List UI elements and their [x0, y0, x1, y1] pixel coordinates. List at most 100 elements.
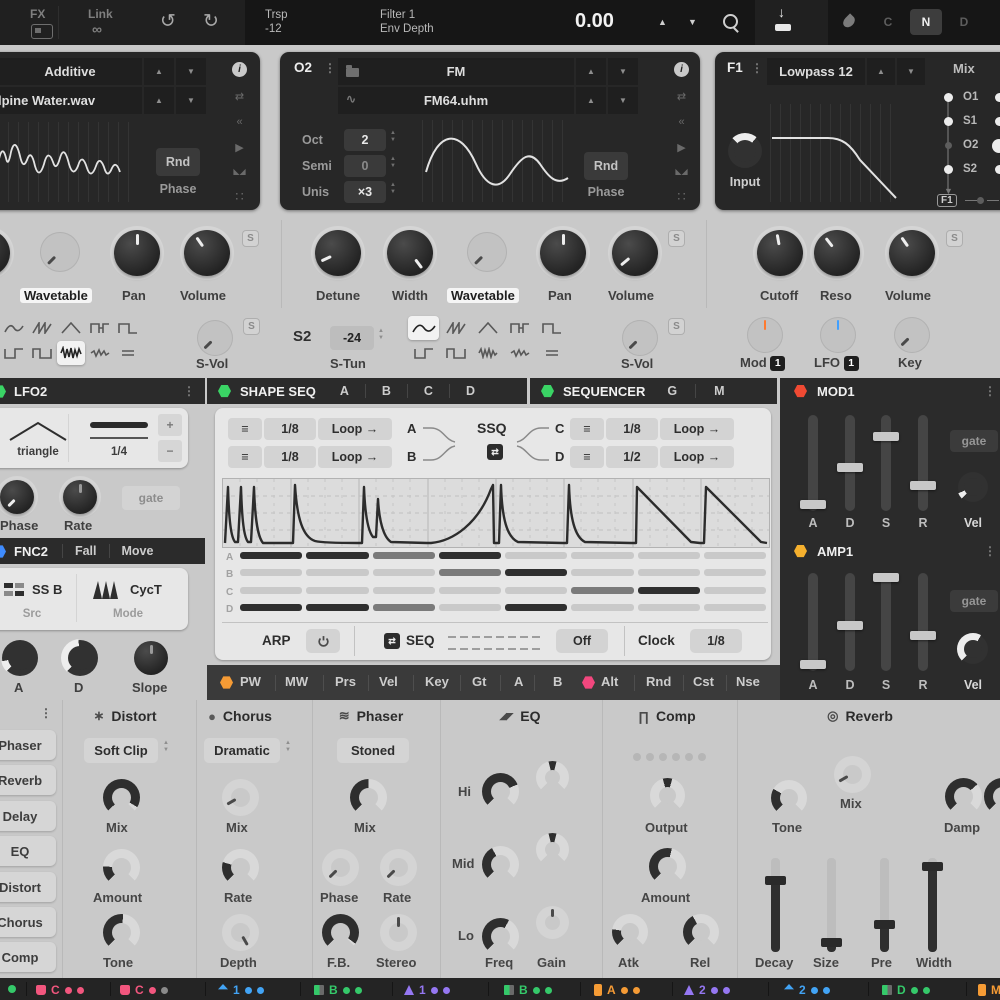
fnc2-header[interactable]: FNC2 Fall Move: [0, 538, 205, 564]
reverb-tone-knob[interactable]: [771, 780, 807, 816]
fnc2-mode-value[interactable]: CycT: [130, 582, 162, 597]
link-toggle[interactable]: Link: [88, 7, 113, 21]
triangle-shape-icon[interactable]: [8, 420, 68, 442]
wave-square-icon[interactable]: [537, 316, 568, 340]
selected-param[interactable]: Filter 1Env Depth: [380, 8, 434, 36]
lane-a-div-button[interactable]: 1/8: [264, 418, 316, 440]
wave-dc-icon[interactable]: [537, 341, 568, 365]
mod-slot-5[interactable]: 1: [404, 983, 450, 997]
route-dot-edge1[interactable]: [995, 93, 1000, 102]
kebab-icon[interactable]: ⋮: [751, 61, 763, 75]
s2-solo-badge[interactable]: S: [668, 318, 685, 335]
amp1-header[interactable]: AMP1 ⋮: [780, 538, 1000, 564]
wave-sine-icon[interactable]: [0, 316, 28, 340]
lfo2-rate-bar[interactable]: [90, 422, 148, 428]
wave-saw-icon[interactable]: [440, 316, 471, 340]
mod1-header[interactable]: MOD1 ⋮: [780, 378, 1000, 404]
unis-value[interactable]: ×3: [344, 181, 386, 203]
param-value[interactable]: 0.00: [575, 10, 614, 33]
lane-a-menu-button[interactable]: ≡: [228, 418, 262, 440]
rack-item-eq[interactable]: EQ: [0, 836, 56, 866]
mod-slot-9[interactable]: 2: [784, 983, 830, 997]
mod1-r-slider[interactable]: [918, 415, 928, 511]
shapeseq-tab-b[interactable]: B: [382, 384, 391, 398]
amp1-a-slider[interactable]: [808, 573, 818, 671]
osc1-volume-knob[interactable]: [184, 230, 230, 276]
lane-d-bars[interactable]: [240, 604, 766, 611]
sequencer-tab-g[interactable]: G: [667, 384, 677, 398]
shapeseq-tab-c[interactable]: C: [424, 384, 433, 398]
phaser-stereo-knob[interactable]: [380, 914, 417, 951]
route-dot-edge3[interactable]: [992, 139, 1000, 153]
osc2-detune-knob[interactable]: [315, 230, 361, 276]
kebab-icon[interactable]: ⋮: [984, 544, 996, 558]
lfo2-shape-label[interactable]: triangle: [0, 446, 76, 458]
osc1-file-dropdown[interactable]: lpine Water.wav: [0, 87, 142, 114]
wave-pulse-icon[interactable]: [505, 316, 536, 340]
fnc2-d-knob[interactable]: [62, 640, 98, 676]
distort-mix-knob[interactable]: [103, 779, 140, 816]
lfo2-header[interactable]: LFO2 ⋮: [0, 378, 205, 404]
wave-noise2-icon[interactable]: [86, 341, 114, 365]
mod-slot-2[interactable]: C: [120, 983, 168, 997]
modsrc-a[interactable]: A: [514, 674, 523, 689]
reverb-width-slider[interactable]: [928, 858, 937, 952]
lane-d-loop-button[interactable]: Loop →: [660, 446, 734, 468]
fnc2-tab-move[interactable]: Move: [122, 544, 154, 558]
transpose-label[interactable]: Trsp-12: [265, 8, 288, 36]
osc2-rnd-button[interactable]: Rnd: [584, 152, 628, 180]
modsrc-mw[interactable]: MW: [285, 674, 308, 689]
value-up-button[interactable]: ▲: [658, 17, 667, 27]
grid-icon[interactable]: ∷: [235, 189, 243, 205]
arp-power-button[interactable]: [306, 629, 340, 653]
redo-button[interactable]: ↻: [203, 10, 219, 33]
fx-toggle[interactable]: FX: [30, 7, 45, 21]
reverb-size-slider[interactable]: [827, 858, 836, 952]
chorus-preset-spinner[interactable]: ▲▼: [285, 740, 291, 754]
mod-slot-6[interactable]: B: [504, 983, 552, 997]
chorus-title[interactable]: ●Chorus: [185, 708, 295, 724]
phaser-phase-knob[interactable]: [322, 849, 359, 886]
search-icon[interactable]: [723, 14, 738, 29]
filter-solo-badge[interactable]: S: [946, 230, 963, 247]
osc1-type-down[interactable]: ▼: [176, 58, 206, 85]
lfo2-gate-button[interactable]: gate: [122, 486, 180, 510]
lane-b-loop-button[interactable]: Loop →: [318, 446, 392, 468]
rewind-icon[interactable]: «: [678, 116, 684, 128]
eq-lo-freq-knob[interactable]: [482, 918, 519, 955]
osc2-cat-down[interactable]: ▼: [608, 58, 638, 85]
distort-preset-dropdown[interactable]: Soft Clip: [84, 738, 158, 763]
wave-square-icon[interactable]: [114, 316, 142, 340]
comp-output-knob[interactable]: [650, 778, 685, 813]
s1-solo-badge[interactable]: S: [243, 318, 260, 335]
modsrc-key[interactable]: Key: [425, 674, 449, 689]
filter-lfo-knob[interactable]: [820, 317, 856, 353]
filter-curve[interactable]: [770, 104, 900, 202]
rate-minus-button[interactable]: −: [158, 440, 182, 462]
filter-mod-knob[interactable]: [747, 317, 783, 353]
lane-b-bars[interactable]: [240, 569, 766, 576]
wave-tri-icon[interactable]: [472, 316, 503, 340]
osc1-type-dropdown[interactable]: Additive: [0, 58, 142, 85]
quality-d-button[interactable]: D: [948, 9, 980, 35]
s2-vol-knob[interactable]: [622, 320, 658, 356]
lane-c-div-button[interactable]: 1/8: [606, 418, 658, 440]
rack-item-delay[interactable]: Delay: [0, 801, 56, 831]
filter-volume-knob[interactable]: [889, 230, 935, 276]
mod-slot-1[interactable]: C: [36, 983, 84, 997]
input-knob[interactable]: [728, 134, 762, 168]
reverb-pre-slider[interactable]: [880, 858, 889, 952]
amp1-vel-knob[interactable]: [958, 634, 988, 664]
sequencer-tab-m[interactable]: M: [714, 384, 724, 398]
route-dot-o2[interactable]: [945, 142, 952, 149]
undo-button[interactable]: ↺: [160, 10, 176, 33]
reverb-damp-knob[interactable]: [945, 778, 982, 815]
rack-item-phaser[interactable]: Phaser: [0, 730, 56, 760]
distort-tone-knob[interactable]: [103, 914, 140, 951]
osc1-rnd-button[interactable]: Rnd: [156, 148, 200, 176]
wave-icon[interactable]: ◣◢: [675, 167, 687, 176]
wave-pulse2-icon[interactable]: [440, 341, 471, 365]
lane-c-loop-button[interactable]: Loop →: [660, 418, 734, 440]
route-dot-s1[interactable]: [944, 117, 953, 126]
mod-slot-3[interactable]: 1: [218, 983, 264, 997]
